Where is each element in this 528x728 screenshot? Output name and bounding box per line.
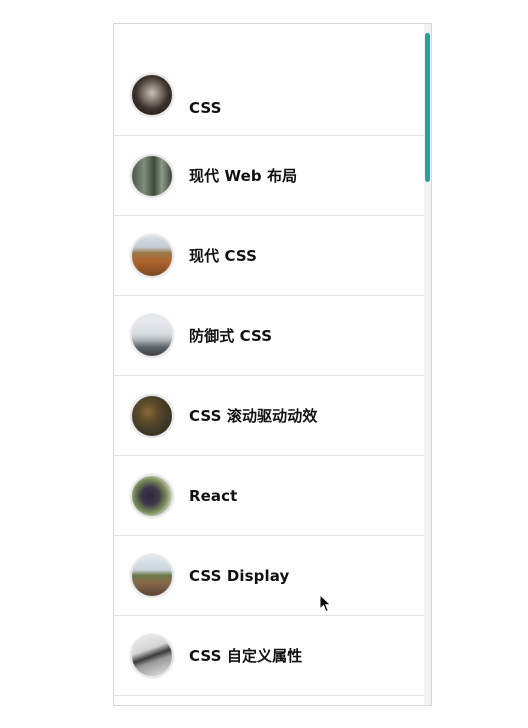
thumbnail-avatar (130, 233, 174, 278)
scrollbar-thumb[interactable] (425, 33, 430, 182)
thumbnail-avatar (130, 473, 174, 518)
thumbnail-avatar (130, 393, 174, 438)
list-item[interactable]: 现代 CSS (114, 216, 426, 296)
list-item[interactable]: CSS Display (114, 536, 426, 616)
topic-list: CSS 现代 Web 布局 现代 CSS 防御式 CSS CSS 滚动驱动动效 … (114, 24, 426, 696)
thumbnail-avatar (130, 633, 174, 678)
thumbnail-avatar (130, 313, 174, 358)
mouse-pointer-icon (319, 594, 332, 613)
list-item-label: 防御式 CSS (189, 327, 273, 345)
scrollbar-track[interactable] (424, 24, 431, 705)
list-item-label: 现代 CSS (189, 247, 258, 265)
list-item-label: CSS 滚动驱动动效 (189, 407, 318, 425)
thumbnail-avatar (130, 153, 174, 198)
list-item[interactable]: 现代 Web 布局 (114, 136, 426, 216)
list-item-label: React (189, 486, 238, 505)
list-item[interactable]: CSS 自定义属性 (114, 616, 426, 696)
list-item[interactable]: CSS (114, 24, 426, 136)
list-item-label: CSS 自定义属性 (189, 647, 303, 665)
list-item-label: CSS (189, 99, 222, 117)
thumbnail-avatar (130, 553, 174, 598)
scroll-list-panel[interactable]: CSS 现代 Web 布局 现代 CSS 防御式 CSS CSS 滚动驱动动效 … (113, 23, 432, 706)
list-item-label: CSS Display (189, 566, 290, 585)
list-item[interactable]: CSS 滚动驱动动效 (114, 376, 426, 456)
list-item[interactable]: 防御式 CSS (114, 296, 426, 376)
list-item[interactable]: React (114, 456, 426, 536)
list-item-label: 现代 Web 布局 (189, 167, 298, 185)
thumbnail-avatar (130, 73, 174, 117)
